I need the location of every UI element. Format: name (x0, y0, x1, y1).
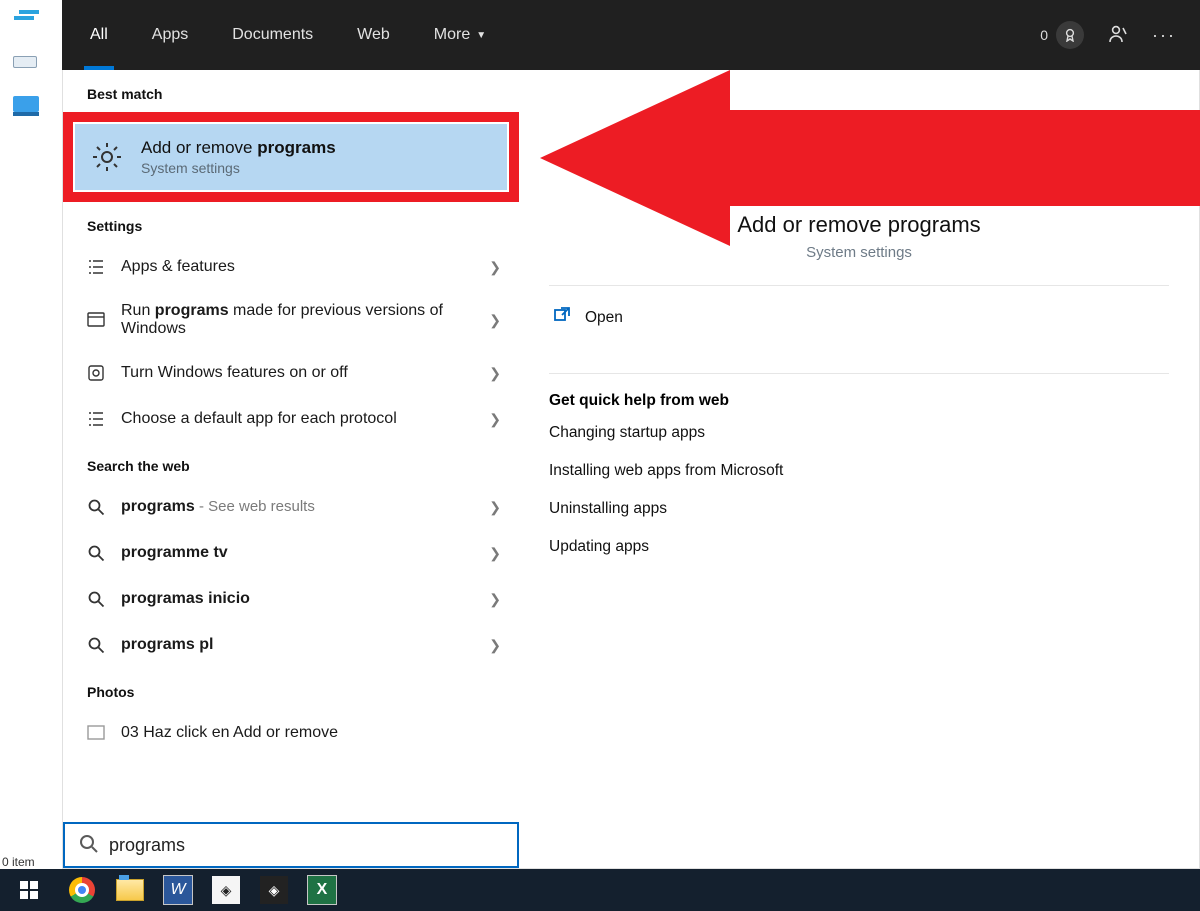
search-input[interactable] (109, 835, 503, 856)
open-label: Open (585, 309, 623, 327)
more-options-button[interactable]: ··· (1152, 25, 1176, 46)
image-icon (85, 722, 107, 744)
section-best-match: Best match (63, 70, 519, 112)
result-label: Choose a default app for each protocol (121, 410, 475, 428)
web-result[interactable]: programs - See web results ❯ (63, 484, 519, 530)
rewards-button[interactable]: 0 (1040, 21, 1084, 49)
taskbar-app-word[interactable]: W (154, 869, 202, 911)
result-label: programs - See web results (121, 498, 475, 516)
taskbar-app-unity[interactable]: ◈ (250, 869, 298, 911)
search-icon (85, 634, 107, 656)
settings-result-apps-features[interactable]: Apps & features ❯ (63, 244, 519, 290)
chevron-right-icon: ❯ (489, 259, 501, 276)
window-icon (85, 309, 107, 331)
settings-result-run-previous[interactable]: Run programs made for previous versions … (63, 290, 519, 350)
search-icon (85, 542, 107, 564)
unity-icon: ◈ (260, 876, 288, 904)
tab-all[interactable]: All (74, 0, 124, 70)
taskbar-app-excel[interactable]: X (298, 869, 346, 911)
desktop-icon[interactable] (0, 44, 56, 84)
search-icon (85, 496, 107, 518)
preview-subtitle: System settings (549, 244, 1169, 261)
taskbar: W ◈ ◈ X (0, 869, 1200, 911)
search-panel: Best match Add or remove programs System… (62, 70, 1200, 869)
search-icon (79, 834, 99, 857)
result-label: Run programs made for previous versions … (121, 302, 475, 338)
search-topbar: All Apps Documents Web More ▼ 0 ··· (62, 0, 1200, 70)
quick-link[interactable]: Installing web apps from Microsoft (549, 462, 1169, 480)
chevron-right-icon: ❯ (489, 312, 501, 329)
section-search-web: Search the web (63, 442, 519, 484)
list-icon (85, 408, 107, 430)
result-label: programs pl (121, 636, 475, 654)
quick-link[interactable]: Changing startup apps (549, 424, 1169, 442)
result-label: programme tv (121, 544, 475, 562)
chrome-icon (69, 877, 95, 903)
chevron-right-icon: ❯ (489, 591, 501, 608)
result-label: Turn Windows features on or off (121, 364, 475, 382)
section-photos: Photos (63, 668, 519, 710)
chevron-right-icon: ❯ (489, 637, 501, 654)
desktop-icon[interactable] (0, 2, 56, 42)
open-button[interactable]: Open (549, 286, 1169, 349)
tab-more[interactable]: More ▼ (418, 0, 502, 70)
chevron-right-icon: ❯ (489, 545, 501, 562)
taskbar-app-chrome[interactable] (58, 869, 106, 911)
tab-web[interactable]: Web (341, 0, 406, 70)
section-settings: Settings (63, 202, 519, 244)
list-icon (85, 256, 107, 278)
settings-result-windows-features[interactable]: Turn Windows features on or off ❯ (63, 350, 519, 396)
profile-icon[interactable] (1108, 24, 1128, 47)
quick-help-heading: Get quick help from web (549, 392, 1169, 410)
result-label: 03 Haz click en Add or remove (121, 724, 501, 742)
tab-documents[interactable]: Documents (216, 0, 329, 70)
best-match-subtitle: System settings (141, 160, 336, 176)
folder-icon (116, 879, 144, 901)
preview-column: Add or remove programs System settings O… (519, 70, 1199, 868)
result-label: Apps & features (121, 258, 475, 276)
medal-icon (1056, 21, 1084, 49)
settings-result-default-protocol[interactable]: Choose a default app for each protocol ❯ (63, 396, 519, 442)
annotation-highlight-box: Add or remove programs System settings (63, 112, 519, 202)
tab-label: Documents (232, 26, 313, 44)
quick-link[interactable]: Uninstalling apps (549, 500, 1169, 518)
web-result[interactable]: programme tv ❯ (63, 530, 519, 576)
features-icon (85, 362, 107, 384)
desktop-item-count: 0 item (0, 855, 35, 869)
desktop-icon[interactable] (0, 86, 56, 126)
open-icon (553, 306, 571, 329)
unity-icon: ◈ (212, 876, 240, 904)
quick-link[interactable]: Updating apps (549, 538, 1169, 556)
tab-label: All (90, 26, 108, 44)
word-icon: W (163, 875, 193, 905)
tab-label: Apps (152, 26, 188, 44)
web-result[interactable]: programs pl ❯ (63, 622, 519, 668)
taskbar-app-unity-hub[interactable]: ◈ (202, 869, 250, 911)
photo-result[interactable]: 03 Haz click en Add or remove (63, 710, 519, 756)
best-match-result[interactable]: Add or remove programs System settings (73, 122, 509, 192)
start-button[interactable] (0, 869, 58, 911)
chevron-right-icon: ❯ (489, 365, 501, 382)
rewards-count: 0 (1040, 27, 1048, 43)
tab-apps[interactable]: Apps (136, 0, 204, 70)
taskbar-app-explorer[interactable] (106, 869, 154, 911)
desktop-background (0, 0, 62, 869)
result-label: programas inicio (121, 590, 475, 608)
divider (549, 373, 1169, 374)
chevron-down-icon: ▼ (476, 30, 486, 41)
best-match-title: Add or remove programs (141, 138, 336, 158)
preview-title: Add or remove programs (549, 212, 1169, 238)
chevron-right-icon: ❯ (489, 499, 501, 516)
web-result[interactable]: programas inicio ❯ (63, 576, 519, 622)
tab-label: More (434, 26, 470, 44)
search-input-wrap[interactable] (63, 822, 519, 868)
results-column: Best match Add or remove programs System… (63, 70, 519, 868)
chevron-right-icon: ❯ (489, 411, 501, 428)
search-icon (85, 588, 107, 610)
gear-icon (827, 130, 891, 194)
gear-icon (89, 139, 125, 175)
excel-icon: X (307, 875, 337, 905)
tab-label: Web (357, 26, 390, 44)
